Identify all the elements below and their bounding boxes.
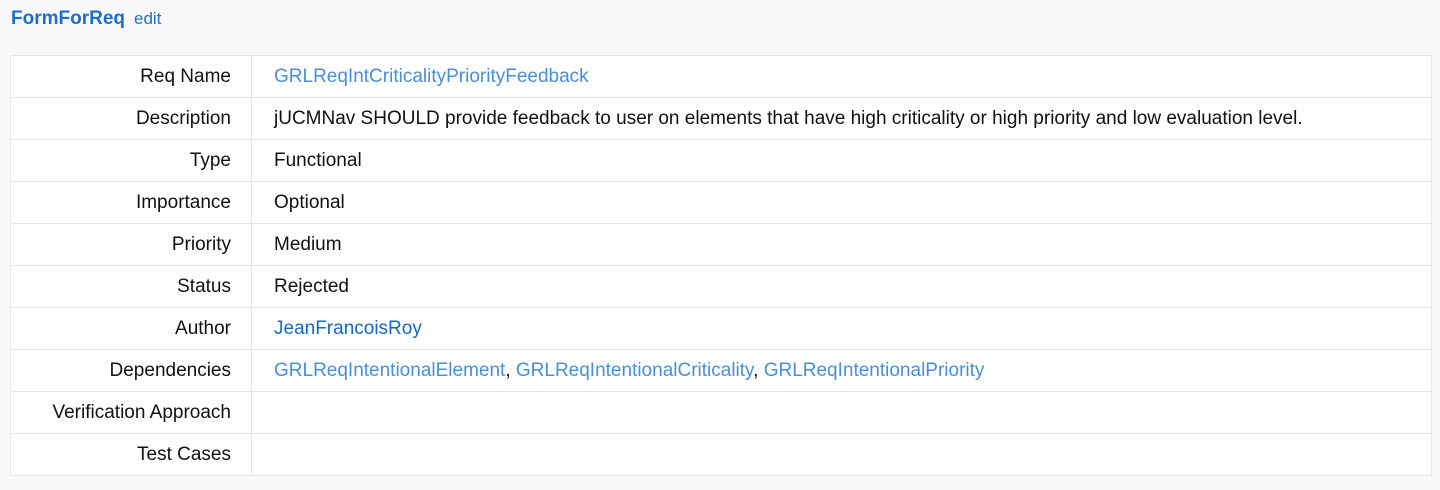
table-row-importance: Importance Optional [10, 181, 1432, 224]
req-name-link[interactable]: GRLReqIntCriticalityPriorityFeedback [274, 66, 589, 87]
table-row-dependencies: Dependencies GRLReqIntentionalElement, G… [10, 349, 1432, 392]
dependency-link-intentional-criticality[interactable]: GRLReqIntentionalCriticality [516, 360, 753, 381]
type-value: Functional [251, 139, 1432, 182]
importance-value: Optional [251, 181, 1432, 224]
author-label: Author [10, 307, 252, 350]
edit-link[interactable]: edit [134, 9, 161, 29]
dependencies-label: Dependencies [10, 349, 252, 392]
verification-approach-label: Verification Approach [10, 391, 252, 434]
author-link[interactable]: JeanFrancoisRoy [274, 318, 422, 339]
description-label: Description [10, 97, 252, 140]
dependency-separator: , [753, 359, 764, 381]
verification-approach-value [251, 391, 1432, 434]
table-row-priority: Priority Medium [10, 223, 1432, 266]
req-name-label: Req Name [10, 55, 252, 98]
author-value: JeanFrancoisRoy [251, 307, 1432, 350]
table-row-author: Author JeanFrancoisRoy [10, 307, 1432, 350]
test-cases-value [251, 433, 1432, 476]
table-row-type: Type Functional [10, 139, 1432, 182]
dependency-separator: , [505, 359, 516, 381]
form-title-link[interactable]: FormForReq [11, 8, 125, 30]
req-name-value: GRLReqIntCriticalityPriorityFeedback [251, 55, 1432, 98]
table-row-req-name: Req Name GRLReqIntCriticalityPriorityFee… [10, 55, 1432, 98]
table-row-test-cases: Test Cases [10, 433, 1432, 476]
type-label: Type [10, 139, 252, 182]
importance-label: Importance [10, 181, 252, 224]
description-value: jUCMNav SHOULD provide feedback to user … [251, 97, 1432, 140]
status-label: Status [10, 265, 252, 308]
requirement-table: Req Name GRLReqIntCriticalityPriorityFee… [10, 55, 1432, 476]
test-cases-label: Test Cases [10, 433, 252, 476]
form-header: FormForReq edit [11, 8, 161, 34]
priority-label: Priority [10, 223, 252, 266]
table-row-verification-approach: Verification Approach [10, 391, 1432, 434]
status-value: Rejected [251, 265, 1432, 308]
table-row-status: Status Rejected [10, 265, 1432, 308]
dependencies-value: GRLReqIntentionalElement, GRLReqIntentio… [251, 349, 1432, 392]
table-row-description: Description jUCMNav SHOULD provide feedb… [10, 97, 1432, 140]
priority-value: Medium [251, 223, 1432, 266]
dependency-link-intentional-priority[interactable]: GRLReqIntentionalPriority [764, 360, 985, 381]
dependency-link-intentional-element[interactable]: GRLReqIntentionalElement [274, 360, 505, 381]
